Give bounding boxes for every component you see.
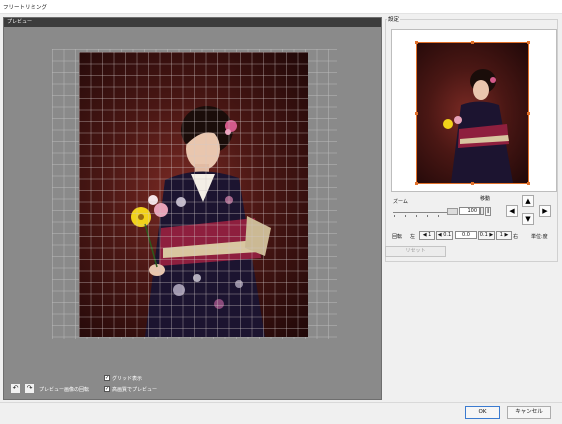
zoom-label: ズーム: [393, 199, 408, 205]
crop-handle-left[interactable]: [415, 112, 418, 115]
zoom-tick: [416, 215, 417, 217]
crop-handle-br[interactable]: [527, 182, 530, 185]
reset-button[interactable]: リセット: [385, 246, 446, 257]
preview-header: プレビュー: [4, 18, 381, 27]
footer-separator: [0, 402, 562, 403]
rotate-minus-01-button[interactable]: ◀ 0.1: [436, 231, 453, 240]
rotate-plus-01-button[interactable]: 0.1 ▶: [478, 231, 495, 240]
rotate-minus-1-button[interactable]: ◀ 1: [419, 231, 435, 240]
move-right-button[interactable]: ▶: [539, 205, 551, 217]
rotate-plus-01-label: 0.1: [479, 232, 488, 238]
preview-photo[interactable]: [79, 52, 308, 337]
rotation-left-label: 左: [410, 234, 416, 240]
rotate-minus-1-label: 1: [428, 232, 432, 238]
hq-preview-label: 高画質でプレビュー: [112, 387, 158, 393]
rotate-plus-1-button[interactable]: 1 ▶: [496, 231, 512, 240]
photo-grid-overlay: [79, 52, 308, 337]
move-down-button[interactable]: ▼: [522, 213, 534, 225]
settings-label: 設定: [387, 15, 401, 23]
rotate-preview-label: プレビュー画像の回転: [39, 387, 90, 393]
rotate-plus-1-label: 1: [499, 232, 503, 238]
rotate-right-icon: ↷: [26, 384, 33, 392]
grid-checkbox[interactable]: ✓: [104, 375, 110, 381]
crop-frame[interactable]: [416, 42, 529, 184]
preview-controls: ↶ ↷ プレビュー画像の回転 ✓ グリッド表示 ✓ 高画質でプレビュー: [4, 374, 381, 400]
crop-handle-tl[interactable]: [415, 41, 418, 44]
rotate-minus-01-label: 0.1: [443, 232, 452, 238]
crop-handle-right[interactable]: [527, 112, 530, 115]
zoom-spinner[interactable]: [480, 207, 484, 215]
arrow-right-icon: ▶: [542, 207, 548, 215]
zoom-tick: [405, 215, 406, 217]
zoom-slider-thumb[interactable]: [447, 208, 458, 215]
rotate-left-button[interactable]: ↶: [10, 383, 21, 394]
zoom-tick: [394, 215, 395, 217]
zoom-tick: [438, 215, 439, 217]
preview-canvas[interactable]: [4, 27, 381, 399]
move-up-button[interactable]: ▲: [522, 195, 534, 207]
crop-handle-top[interactable]: [471, 41, 474, 44]
grid-checkbox-label: グリッド表示: [112, 376, 143, 382]
window-title: フリートリミング: [3, 5, 48, 11]
cancel-button[interactable]: キャンセル: [507, 406, 551, 419]
rotation-right-label: 右: [513, 234, 519, 240]
rotate-right-button[interactable]: ↷: [24, 383, 35, 394]
arrow-up-icon: ▲: [525, 197, 531, 205]
ok-button[interactable]: OK: [465, 406, 500, 419]
crop-handle-bl[interactable]: [415, 182, 418, 185]
rotation-value-input[interactable]: 0.0: [455, 231, 477, 239]
preview-panel: プレビュー ↶ ↷ プレビュー画像の回転 ✓ グリッド表示 ✓ 高画質でプレビュ…: [3, 17, 382, 400]
arrow-down-icon: ▼: [525, 215, 531, 223]
crop-handle-tr[interactable]: [527, 41, 530, 44]
zoom-value-input[interactable]: 100: [459, 207, 480, 215]
crop-handle-bottom[interactable]: [471, 182, 474, 185]
hq-preview-checkbox[interactable]: ✓: [104, 386, 110, 392]
rotation-label: 回転: [392, 234, 403, 240]
title-bar: フリートリミング: [0, 0, 562, 14]
move-label: 移動: [480, 196, 491, 202]
zoom-step-button[interactable]: ❙: [485, 207, 491, 216]
arrow-left-icon: ◀: [509, 207, 515, 215]
rotate-left-icon: ↶: [12, 384, 19, 392]
rotation-unit-label: 単位:度: [531, 234, 548, 240]
zoom-tick: [427, 215, 428, 217]
move-left-button[interactable]: ◀: [506, 205, 518, 217]
